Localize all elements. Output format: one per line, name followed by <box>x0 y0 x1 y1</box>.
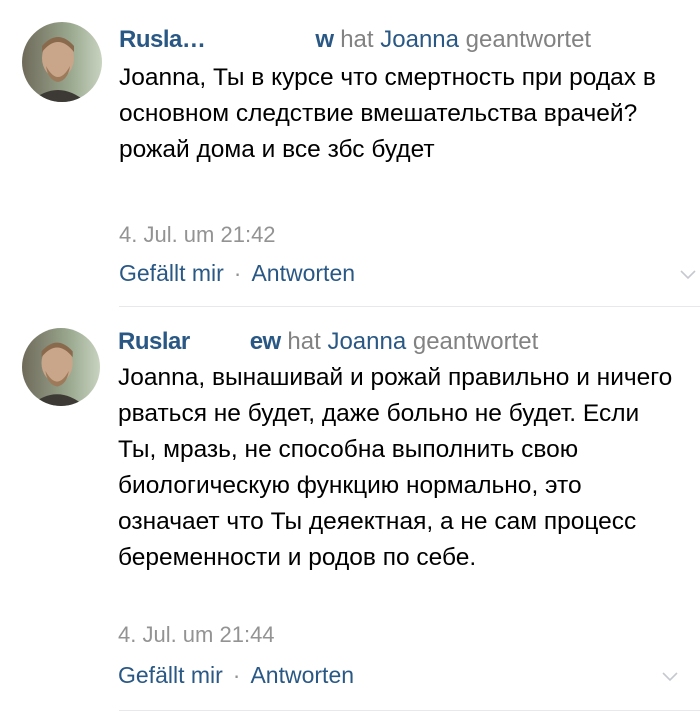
reply-verb: geantwortet <box>465 26 592 53</box>
like-button[interactable]: Gefällt mir <box>119 260 224 286</box>
avatar[interactable] <box>22 328 100 406</box>
chevron-down-icon[interactable] <box>680 270 696 280</box>
comment-text: Joanna, вынашивай и рожай правильно и ни… <box>118 364 673 571</box>
like-button[interactable]: Gefällt mir <box>118 662 223 688</box>
author-name[interactable]: Ruslar <box>118 328 190 355</box>
redaction <box>189 331 250 354</box>
replied-word: hat <box>287 328 321 355</box>
separator: · <box>233 260 242 286</box>
comment-timestamp[interactable]: 4. Jul. um 21:44 <box>118 622 275 648</box>
comment-1: Rusla… w hat Joanna geantwortet Joanna, Т… <box>0 0 700 307</box>
comment-2: Ruslar ew hat Joanna geantwortet Joanna, … <box>0 306 700 716</box>
comment-text: Joanna, Ты в курсе что смертность при ро… <box>119 64 656 163</box>
replied-to-name[interactable]: Joanna <box>380 26 459 53</box>
comment-actions: Gefällt mir · Antworten <box>119 260 355 287</box>
divider <box>119 710 700 711</box>
comment-timestamp[interactable]: 4. Jul. um 21:42 <box>119 222 276 248</box>
author-name-tail[interactable]: w <box>315 26 334 53</box>
separator: · <box>232 662 241 688</box>
user-photo-icon <box>22 22 102 102</box>
reply-verb: geantwortet <box>412 328 539 355</box>
comment-actions: Gefällt mir · Antworten <box>118 662 354 689</box>
user-photo-icon <box>22 328 100 406</box>
author-name-tail[interactable]: ew <box>250 328 282 355</box>
comment-header: Ruslar ew hat Joanna geantwortet <box>118 328 538 356</box>
redaction <box>205 29 316 52</box>
reply-button[interactable]: Antworten <box>250 662 354 688</box>
comment-header: Rusla… w hat Joanna geantwortet <box>119 26 591 54</box>
reply-button[interactable]: Antworten <box>251 260 355 286</box>
author-name[interactable]: Rusla… <box>119 26 206 53</box>
replied-word: hat <box>340 26 374 53</box>
chevron-down-icon[interactable] <box>662 672 678 682</box>
replied-to-name[interactable]: Joanna <box>327 328 406 355</box>
avatar[interactable] <box>22 22 102 102</box>
